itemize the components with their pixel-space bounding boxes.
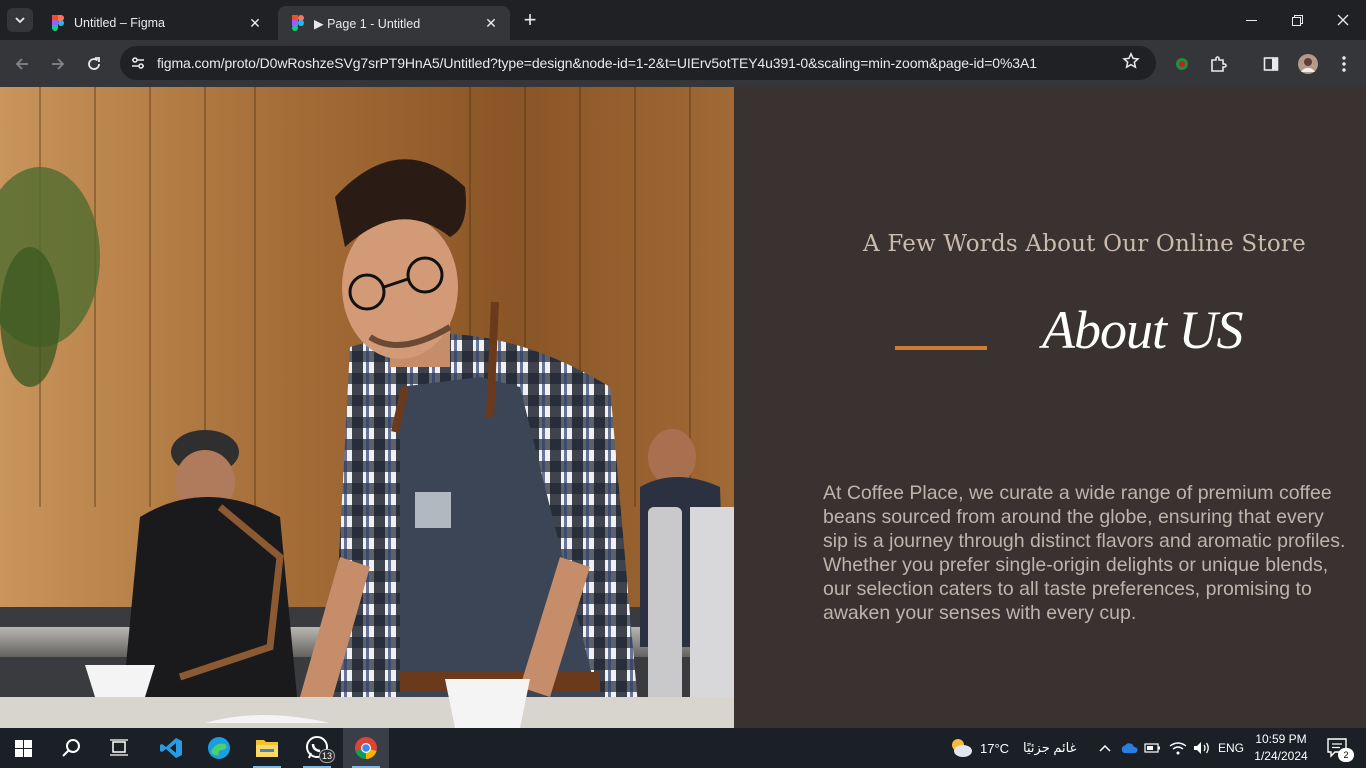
- extension-icon[interactable]: [1170, 52, 1194, 76]
- whatsapp-app[interactable]: 13: [294, 728, 340, 768]
- extensions-puzzle-icon[interactable]: [1206, 52, 1230, 76]
- language-indicator[interactable]: ENG: [1214, 738, 1248, 758]
- battery-icon[interactable]: [1143, 738, 1163, 758]
- restore-button[interactable]: [1274, 0, 1320, 40]
- accent-divider: [895, 346, 987, 350]
- close-tab-icon[interactable]: ✕: [246, 14, 264, 32]
- about-panel: A Few Words About Our Online Store About…: [734, 87, 1366, 728]
- arrow-right-icon: [52, 58, 65, 70]
- tab-figma[interactable]: Untitled – Figma ✕: [38, 6, 274, 40]
- weather-widget[interactable]: 17°C غائم جزئيًا: [948, 728, 1076, 768]
- forward-button[interactable]: [44, 50, 72, 78]
- clock-date: 1/24/2024: [1254, 749, 1308, 763]
- show-hidden-icons-button[interactable]: [1096, 738, 1114, 758]
- back-button[interactable]: [8, 50, 36, 78]
- minimize-button[interactable]: [1228, 0, 1274, 40]
- chrome-app[interactable]: [343, 728, 389, 768]
- url-text[interactable]: figma.com/proto/D0wRoshzeSVg7srPT9HnA5/U…: [157, 55, 1037, 71]
- reload-button[interactable]: [80, 50, 108, 78]
- tab-title: ▶ Page 1 - Untitled: [314, 16, 421, 31]
- close-window-button[interactable]: [1320, 0, 1366, 40]
- new-tab-button[interactable]: +: [518, 9, 542, 32]
- section-subtitle: A Few Words About Our Online Store: [863, 231, 1306, 257]
- profile-avatar[interactable]: [1296, 52, 1320, 76]
- site-info-icon[interactable]: [128, 53, 148, 73]
- onedrive-icon[interactable]: [1119, 738, 1139, 758]
- about-us-heading: About US: [1042, 300, 1243, 360]
- address-bar[interactable]: figma.com/proto/D0wRoshzeSVg7srPT9HnA5/U…: [120, 46, 1156, 80]
- chevron-down-icon: [15, 17, 25, 24]
- chevron-up-icon: [1099, 744, 1111, 752]
- browser-tab-strip: Untitled – Figma ✕ ▶ Page 1 - Untitled ✕…: [0, 0, 1366, 40]
- file-explorer-app[interactable]: [244, 728, 290, 768]
- bookmark-star-icon[interactable]: [1120, 51, 1142, 74]
- windows-logo-icon: [14, 739, 32, 757]
- task-view-icon: [110, 739, 128, 756]
- vscode-icon: [160, 738, 182, 758]
- browser-toolbar: figma.com/proto/D0wRoshzeSVg7srPT9HnA5/U…: [0, 40, 1366, 87]
- arrow-left-icon: [15, 58, 28, 70]
- task-view-button[interactable]: [96, 728, 142, 768]
- chrome-icon: [355, 737, 377, 759]
- tab-title: Untitled – Figma: [74, 16, 166, 30]
- notification-center-button[interactable]: 2: [1316, 728, 1360, 768]
- vscode-app[interactable]: [148, 728, 194, 768]
- partly-cloudy-icon: [952, 739, 972, 757]
- system-clock[interactable]: 10:59 PM 1/24/2024: [1250, 731, 1312, 765]
- restore-icon: [1291, 14, 1303, 26]
- close-icon: [1337, 14, 1349, 26]
- more-menu-icon[interactable]: [1332, 52, 1356, 76]
- folder-icon: [256, 740, 278, 757]
- windows-taskbar: 13 17°C غائم جزئيًا ENG 10:59 PM 1/24/20…: [0, 728, 1366, 768]
- notification-count-badge: 2: [1338, 748, 1354, 762]
- weather-temperature: 17°C: [980, 740, 1010, 756]
- side-panel-icon[interactable]: [1259, 52, 1283, 76]
- volume-icon[interactable]: [1191, 738, 1213, 758]
- figma-prototype-canvas: A Few Words About Our Online Store About…: [0, 87, 1366, 728]
- search-icon: [62, 739, 80, 757]
- weather-description: غائم جزئيًا: [1023, 740, 1077, 755]
- figma-icon: [292, 15, 304, 31]
- windows-start-button[interactable]: [0, 728, 46, 768]
- minimize-icon: [1245, 19, 1257, 21]
- tab-search-button[interactable]: [7, 8, 33, 32]
- figma-icon: [52, 15, 64, 31]
- wifi-icon[interactable]: [1167, 738, 1189, 758]
- clock-time: 10:59 PM: [1255, 732, 1307, 746]
- barista-photo: [0, 87, 734, 728]
- search-button[interactable]: [48, 728, 94, 768]
- edge-app[interactable]: [196, 728, 242, 768]
- about-description: At Coffee Place, we curate a wide range …: [823, 482, 1346, 624]
- tab-page-1-untitled[interactable]: ▶ Page 1 - Untitled ✕: [278, 6, 510, 40]
- whatsapp-unread-badge: 13: [319, 749, 335, 763]
- edge-icon: [208, 737, 230, 759]
- close-tab-icon[interactable]: ✕: [482, 14, 500, 32]
- reload-icon: [88, 57, 100, 70]
